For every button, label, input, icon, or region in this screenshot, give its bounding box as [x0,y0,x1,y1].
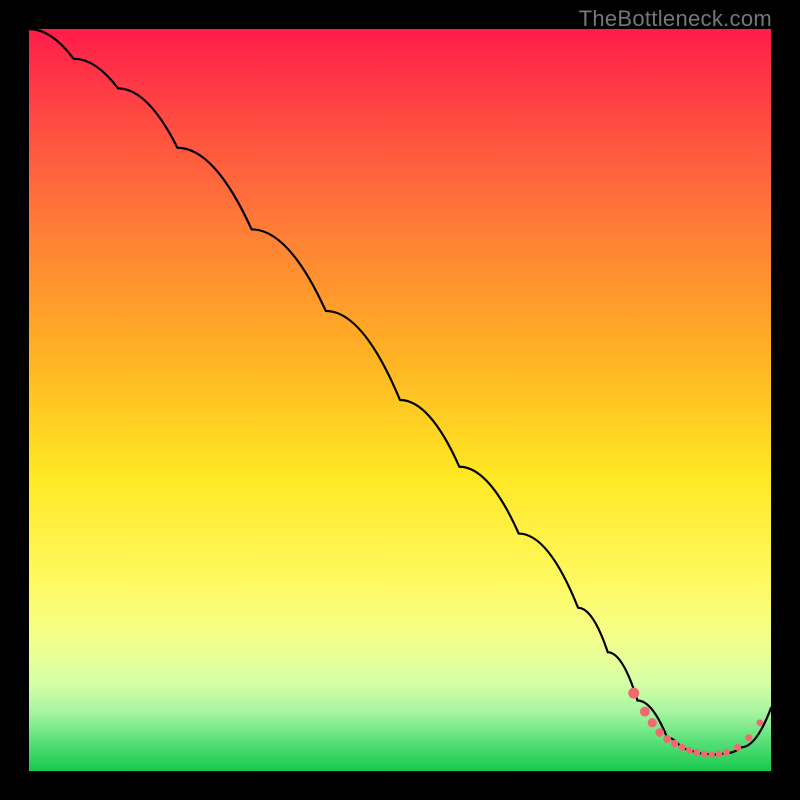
chart-stage: TheBottleneck.com [0,0,800,800]
marker-dot [756,719,763,726]
marker-dot [655,728,664,737]
plot-area [29,29,771,771]
marker-dot [640,707,650,717]
marker-dot [648,718,657,727]
marker-dot [678,744,685,751]
marker-dot [716,751,723,758]
marker-dot [708,751,714,757]
marker-dot [686,747,693,754]
marker-dot [671,740,679,748]
marker-dot [693,749,700,756]
marker-dot [745,734,752,741]
marker-dot [663,735,671,743]
marker-dot [628,688,639,699]
bottleneck-curve-path [29,29,771,755]
marker-dot [723,749,730,756]
curve-layer [29,29,771,771]
marker-dot [701,751,708,758]
marker-dot [734,744,741,751]
